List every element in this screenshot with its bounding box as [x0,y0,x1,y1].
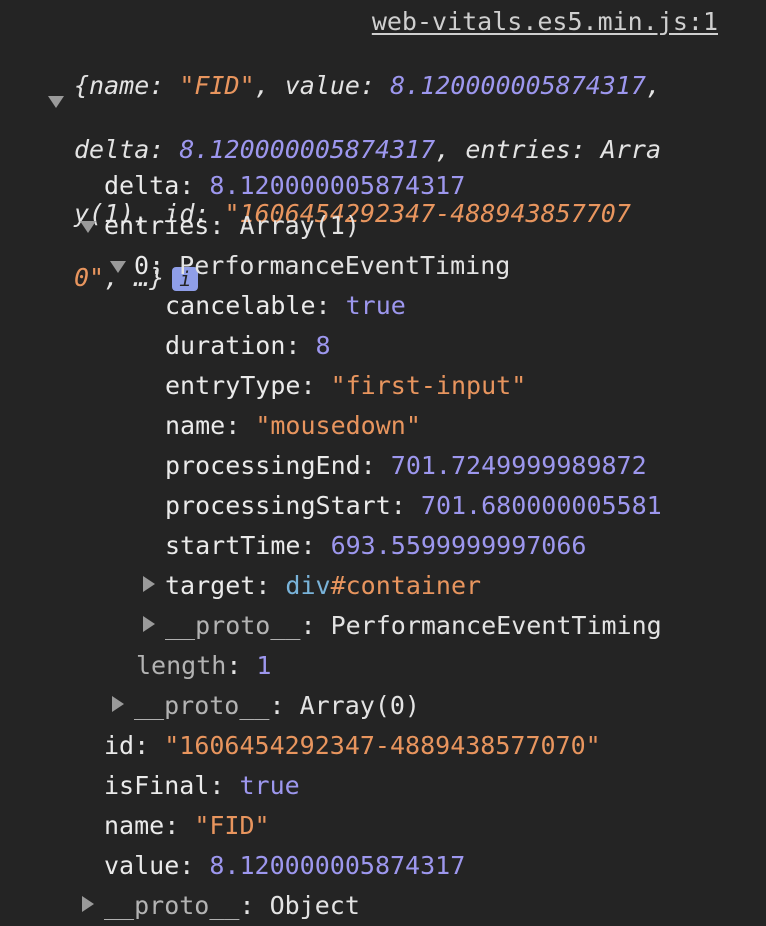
expand-entries-icon[interactable] [80,221,96,233]
prop-entry-0[interactable]: 0: PerformanceEventTiming [134,246,510,286]
prop-target[interactable]: target: div#container [165,566,481,606]
preview-line-1: {name: "FID", value: 8.120000005874317, [74,71,662,100]
prop-duration: duration: 8 [165,331,331,360]
prop-isFinal: isFinal: true [104,771,300,800]
expand-entry-0-icon[interactable] [110,261,126,273]
source-link[interactable]: web-vitals.es5.min.js:1 [372,6,718,38]
expand-entry-proto-icon[interactable] [143,616,155,632]
prop-length: length: 1 [136,651,272,680]
prop-value: value: 8.120000005874317 [104,851,466,880]
prop-entry-proto[interactable]: __proto__: PerformanceEventTiming [165,606,662,646]
prop-array-proto[interactable]: __proto__: Array(0) [134,686,420,726]
prop-fid-name: name: "FID" [104,811,270,840]
prop-object-proto[interactable]: __proto__: Object [104,886,360,926]
preview-line-2: delta: 8.120000005874317, entries: Arra [74,135,662,164]
prop-name: name: "mousedown" [165,411,421,440]
console-panel: { "source_link": "web-vitals.es5.min.js:… [0,0,766,924]
prop-cancelable: cancelable: true [165,291,406,320]
prop-processingEnd: processingEnd: 701.7249999989872 [165,451,647,480]
expand-array-proto-icon[interactable] [112,696,124,712]
prop-processingStart: processingStart: 701.680000005581 [165,491,662,520]
prop-startTime: startTime: 693.5599999997066 [165,531,587,560]
prop-delta: delta: 8.120000005874317 [104,171,466,200]
prop-id: id: "1606454292347-4889438577070" [104,731,601,760]
expand-target-icon[interactable] [143,576,155,592]
prop-entries[interactable]: entries: Array(1) [104,206,360,246]
prop-entryType: entryType: "first-input" [165,371,527,400]
collapse-toggle-icon[interactable] [48,96,64,108]
expand-object-proto-icon[interactable] [82,896,94,912]
